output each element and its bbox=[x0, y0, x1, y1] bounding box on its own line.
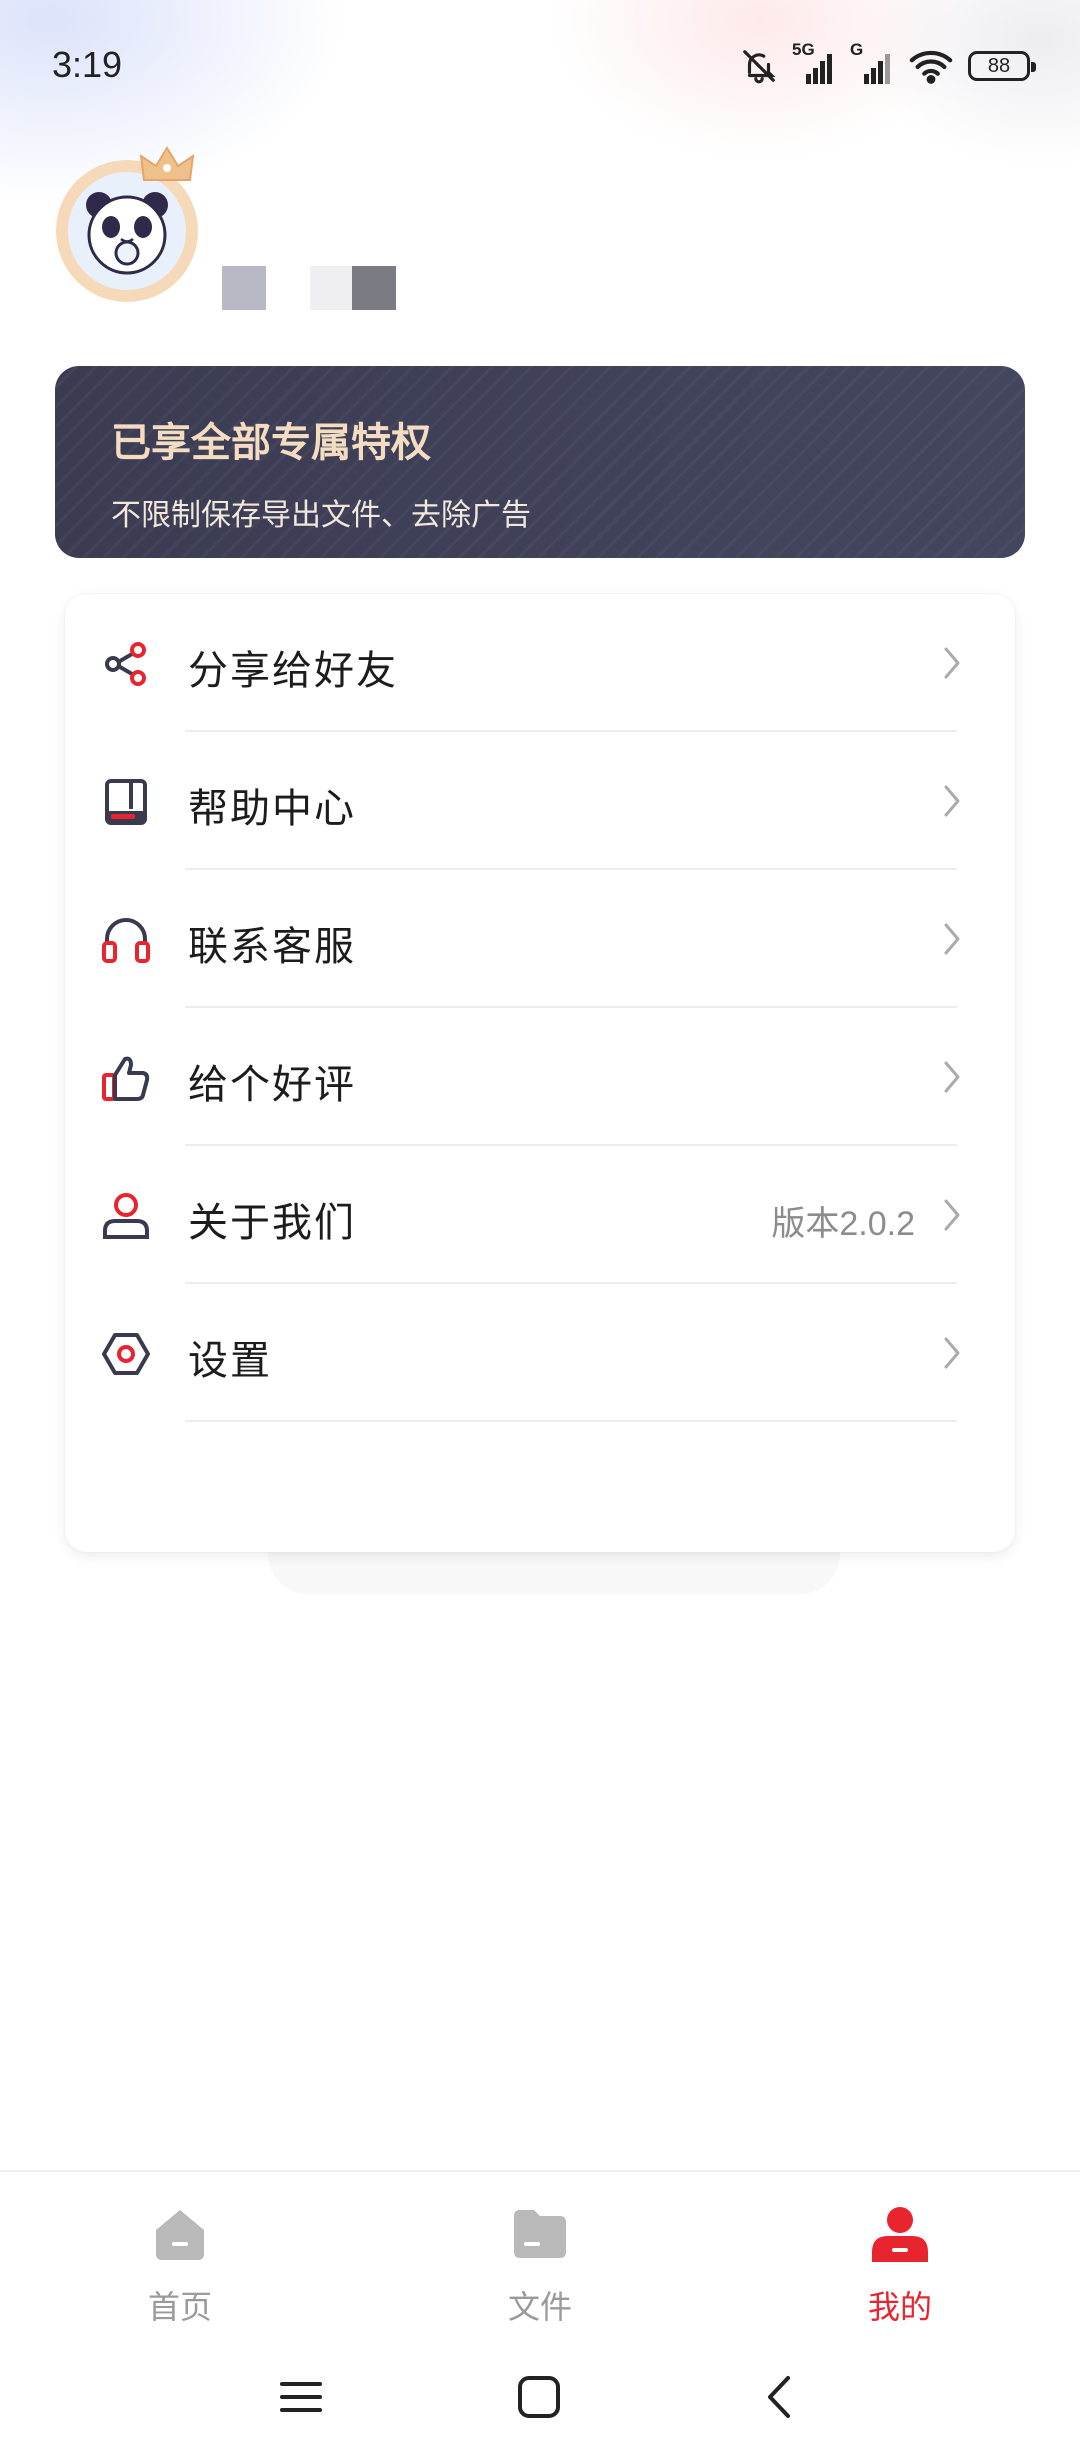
signal-g-icon: G bbox=[850, 40, 894, 86]
status-icons: 5G G 88 bbox=[740, 40, 1036, 88]
menu-item-settings[interactable]: 设置 bbox=[65, 1284, 1015, 1422]
bell-muted-icon bbox=[740, 47, 778, 85]
mask-block bbox=[310, 266, 352, 310]
menu-item-customer-service[interactable]: 联系客服 bbox=[65, 870, 1015, 1008]
thumbs-up-icon bbox=[101, 1053, 151, 1103]
status-bar: 3:19 5G G 88 bbox=[0, 0, 1080, 136]
tab-label: 我的 bbox=[867, 2288, 932, 2326]
avatar[interactable] bbox=[56, 146, 198, 302]
status-time: 3:19 bbox=[52, 44, 123, 85]
menu-item-label: 关于我们 bbox=[188, 1200, 356, 1246]
mask-block bbox=[352, 266, 396, 310]
profile-icon bbox=[820, 2204, 980, 2264]
chevron-right-icon bbox=[943, 784, 961, 822]
menu-item-label: 分享给好友 bbox=[188, 648, 398, 694]
menu-card: 分享给好友 帮助中心 联系客服 给个好评 关于我们 版本2.0.2 设置 bbox=[65, 594, 1015, 1552]
home-icon bbox=[100, 2204, 260, 2264]
vip-subtitle: 不限制保存导出文件、去除广告 bbox=[111, 498, 531, 533]
signal-5g-icon: 5G bbox=[792, 40, 836, 86]
book-icon bbox=[101, 777, 151, 827]
mask-block bbox=[222, 266, 266, 310]
tab-files[interactable]: 文件 bbox=[460, 2204, 620, 2334]
bottom-nav: 首页 文件 我的 bbox=[0, 2170, 1080, 2348]
wifi-icon bbox=[908, 48, 954, 84]
person-icon bbox=[101, 1191, 151, 1241]
vip-banner[interactable]: 已享全部专属特权 不限制保存导出文件、去除广告 bbox=[55, 366, 1025, 558]
battery-indicator: 88 bbox=[968, 51, 1036, 81]
chevron-right-icon bbox=[943, 1060, 961, 1098]
settings-icon bbox=[101, 1329, 151, 1379]
menu-item-label: 联系客服 bbox=[188, 924, 356, 970]
tab-home[interactable]: 首页 bbox=[100, 2204, 260, 2334]
headphones-icon bbox=[101, 915, 151, 965]
mask-block bbox=[266, 266, 310, 310]
chevron-right-icon bbox=[943, 1336, 961, 1374]
back-icon[interactable] bbox=[756, 2374, 802, 2424]
menu-item-label: 给个好评 bbox=[188, 1062, 356, 1108]
menu-item-label: 设置 bbox=[188, 1338, 272, 1384]
share-icon bbox=[101, 639, 151, 689]
tab-label: 文件 bbox=[507, 2288, 572, 2326]
menu-item-help[interactable]: 帮助中心 bbox=[65, 732, 1015, 870]
menu-icon[interactable] bbox=[278, 2374, 324, 2424]
menu-item-share[interactable]: 分享给好友 bbox=[65, 594, 1015, 732]
version-text: 版本2.0.2 bbox=[771, 1205, 915, 1243]
menu-item-rate[interactable]: 给个好评 bbox=[65, 1008, 1015, 1146]
divider bbox=[185, 1420, 957, 1422]
vip-title: 已享全部专属特权 bbox=[111, 420, 431, 466]
chevron-right-icon bbox=[943, 1198, 961, 1236]
system-nav-bar bbox=[0, 2346, 1080, 2460]
chevron-right-icon bbox=[943, 922, 961, 960]
card-shadow bbox=[268, 1548, 840, 1594]
tab-mine[interactable]: 我的 bbox=[820, 2204, 980, 2334]
chevron-right-icon bbox=[943, 646, 961, 684]
folder-icon bbox=[460, 2204, 620, 2264]
menu-item-label: 帮助中心 bbox=[188, 786, 356, 832]
tab-label: 首页 bbox=[147, 2288, 212, 2326]
menu-item-about[interactable]: 关于我们 版本2.0.2 bbox=[65, 1146, 1015, 1284]
username-masked bbox=[222, 266, 396, 310]
home-button-icon[interactable] bbox=[516, 2374, 562, 2424]
battery-level: 88 bbox=[987, 54, 1011, 77]
crown-icon bbox=[138, 144, 196, 192]
